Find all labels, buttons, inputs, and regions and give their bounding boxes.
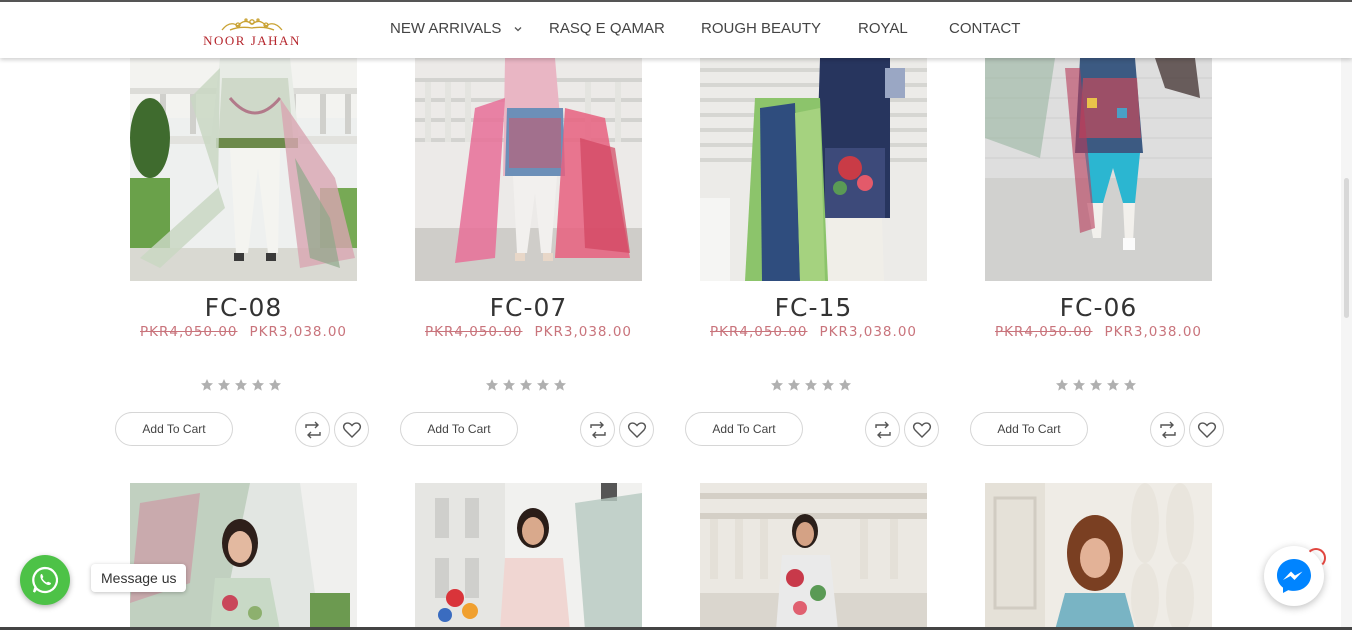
wishlist-button[interactable]: [334, 412, 369, 447]
nav-item-rasq-e-qamar[interactable]: RASQ E QAMAR: [549, 20, 665, 37]
star-icon: [771, 379, 783, 391]
sale-price: PKR3,038.00: [819, 324, 917, 340]
star-icon: [788, 379, 800, 391]
product-title[interactable]: FC-15: [685, 293, 942, 322]
compare-button[interactable]: [1150, 412, 1185, 447]
star-icon: [252, 379, 264, 391]
star-icon: [201, 379, 213, 391]
sale-price: PKR3,038.00: [249, 324, 347, 340]
star-icon: [822, 379, 834, 391]
sale-price: PKR3,038.00: [1104, 324, 1202, 340]
star-icon: [269, 379, 281, 391]
add-to-cart-button[interactable]: Add To Cart: [115, 412, 233, 446]
star-icon: [1073, 379, 1085, 391]
product-image[interactable]: [415, 58, 642, 281]
nav-item-new-arrivals[interactable]: NEW ARRIVALS: [390, 20, 501, 37]
product-card: FC-08 PKR4,050.00 PKR3,038.00 Add To Cart: [115, 58, 400, 458]
star-icon: [218, 379, 230, 391]
compare-icon: [874, 421, 891, 438]
add-to-cart-button[interactable]: Add To Cart: [685, 412, 803, 446]
site-header: NOOR JAHAN NEW ARRIVALS RASQ E QAMAR ROU…: [0, 0, 1352, 58]
product-title[interactable]: FC-08: [115, 293, 372, 322]
star-icon: [537, 379, 549, 391]
price-row: PKR4,050.00 PKR3,038.00: [685, 324, 942, 340]
compare-button[interactable]: [580, 412, 615, 447]
wishlist-button[interactable]: [619, 412, 654, 447]
price-row: PKR4,050.00 PKR3,038.00: [115, 324, 372, 340]
crown-icon: [221, 18, 283, 31]
heart-icon: [1197, 421, 1216, 438]
nav-item-contact[interactable]: CONTACT: [949, 20, 1020, 37]
star-icon: [805, 379, 817, 391]
star-icon: [1107, 379, 1119, 391]
old-price: PKR4,050.00: [140, 324, 238, 340]
old-price: PKR4,050.00: [995, 324, 1093, 340]
product-image[interactable]: [700, 483, 927, 630]
whatsapp-label[interactable]: Message us: [91, 564, 187, 592]
page: NOOR JAHAN NEW ARRIVALS RASQ E QAMAR ROU…: [0, 0, 1352, 630]
product-image[interactable]: [700, 58, 927, 281]
compare-icon: [1159, 421, 1176, 438]
rating-stars: [770, 378, 860, 392]
logo-text: NOOR JAHAN: [203, 33, 301, 48]
star-icon: [1090, 379, 1102, 391]
star-icon: [839, 379, 851, 391]
product-image[interactable]: [985, 58, 1212, 281]
star-icon: [486, 379, 498, 391]
sale-price: PKR3,038.00: [534, 324, 632, 340]
star-icon: [503, 379, 515, 391]
product-image[interactable]: [985, 483, 1212, 630]
product-card: FC-15 PKR4,050.00 PKR3,038.00 Add To Cart: [685, 58, 970, 458]
product-title[interactable]: FC-07: [400, 293, 657, 322]
compare-icon: [589, 421, 606, 438]
wishlist-button[interactable]: [1189, 412, 1224, 447]
old-price: PKR4,050.00: [425, 324, 523, 340]
compare-button[interactable]: [295, 412, 330, 447]
star-icon: [1056, 379, 1068, 391]
compare-icon: [304, 421, 321, 438]
whatsapp-icon: [32, 566, 59, 594]
wishlist-button[interactable]: [904, 412, 939, 447]
star-icon: [554, 379, 566, 391]
product-card: FC-06 PKR4,050.00 PKR3,038.00 Add To Cart: [970, 58, 1255, 458]
product-image[interactable]: [130, 58, 357, 281]
notification-badge: [1306, 548, 1326, 568]
add-to-cart-button[interactable]: Add To Cart: [400, 412, 518, 446]
nav-item-rough-beauty[interactable]: ROUGH BEAUTY: [701, 20, 821, 37]
star-icon: [520, 379, 532, 391]
site-logo[interactable]: NOOR JAHAN: [200, 16, 304, 52]
product-card: FC-07 PKR4,050.00 PKR3,038.00 Add To Cart: [400, 58, 685, 458]
scrollbar-thumb[interactable]: [1344, 178, 1349, 318]
chevron-down-icon[interactable]: [513, 24, 523, 34]
rating-stars: [200, 378, 290, 392]
add-to-cart-button[interactable]: Add To Cart: [970, 412, 1088, 446]
heart-icon: [912, 421, 931, 438]
product-title[interactable]: FC-06: [970, 293, 1227, 322]
heart-icon: [342, 421, 361, 438]
whatsapp-button[interactable]: [20, 555, 70, 605]
price-row: PKR4,050.00 PKR3,038.00: [400, 324, 657, 340]
heart-icon: [627, 421, 646, 438]
star-icon: [235, 379, 247, 391]
compare-button[interactable]: [865, 412, 900, 447]
nav-item-royal[interactable]: ROYAL: [858, 20, 908, 37]
star-icon: [1124, 379, 1136, 391]
page-scrollbar[interactable]: [1341, 58, 1352, 630]
rating-stars: [485, 378, 575, 392]
product-image[interactable]: [415, 483, 642, 630]
price-row: PKR4,050.00 PKR3,038.00: [970, 324, 1227, 340]
old-price: PKR4,050.00: [710, 324, 808, 340]
rating-stars: [1055, 378, 1145, 392]
product-image[interactable]: [130, 483, 357, 630]
